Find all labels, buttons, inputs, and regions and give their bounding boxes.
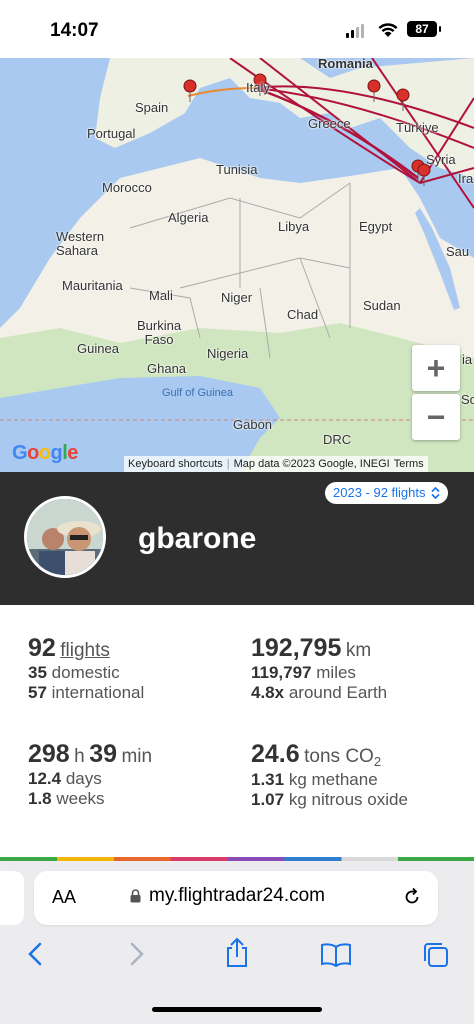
- methane-label: kg methane: [288, 769, 378, 789]
- map-label-burkina-faso: Burkina Faso: [137, 318, 182, 348]
- time-stat: 298 h 39 min 12.4 days 1.8 weeks: [28, 739, 152, 810]
- map-label-morocco: Morocco: [102, 180, 152, 195]
- zoom-in-button[interactable]: +: [412, 345, 460, 391]
- map-label-turkiye: Türkiye: [396, 120, 439, 135]
- map-label-italy: Italy: [246, 80, 270, 95]
- status-time: 14:07: [50, 20, 99, 41]
- domestic-label: domestic: [51, 663, 120, 682]
- map-label-ethiopia: ia: [462, 352, 473, 367]
- terms-link[interactable]: Terms: [394, 458, 424, 470]
- map-label-ghana: Ghana: [147, 361, 187, 376]
- url-display[interactable]: my.flightradar24.com: [130, 885, 325, 907]
- forward-icon[interactable]: [128, 941, 146, 967]
- zoom-out-button[interactable]: −: [412, 394, 460, 440]
- around-earth-label: around Earth: [288, 683, 388, 703]
- map-label-mauritania: Mauritania: [62, 278, 123, 293]
- reload-icon[interactable]: [402, 887, 422, 907]
- flights-link[interactable]: flights: [60, 640, 110, 661]
- bookmarks-icon[interactable]: [320, 943, 352, 967]
- battery-icon: 87: [407, 21, 441, 37]
- flights-count: 92: [28, 634, 56, 662]
- map-label-niger: Niger: [221, 290, 253, 305]
- n2o-value: 1.07: [251, 790, 285, 810]
- distance-unit: km: [345, 640, 372, 661]
- map-label-romania: Romania: [318, 58, 373, 71]
- methane-value: 1.31: [251, 769, 285, 789]
- lock-icon: [130, 889, 141, 903]
- map-label-libya: Libya: [278, 219, 310, 234]
- year-selector[interactable]: 2023 - 92 flights: [325, 482, 448, 504]
- map-label-syria: Syria: [426, 152, 456, 167]
- minutes-value: 39: [89, 740, 118, 768]
- emissions-stat: 24.6 tons CO2 1.31 kg methane 1.07 kg ni…: [251, 739, 408, 811]
- map-data-text: Map data ©2023 Google, INEGI: [233, 458, 390, 470]
- browser-toolbar: AA my.flightradar24.com: [0, 861, 474, 1024]
- days-value: 12.4: [28, 769, 62, 788]
- hours-value: 298: [28, 740, 70, 768]
- back-icon[interactable]: [26, 941, 44, 967]
- status-bar: 14:07 87: [0, 0, 474, 58]
- share-icon[interactable]: [223, 937, 251, 969]
- distance-stat: 192,795 km 119,797 miles 4.8x around Ear…: [251, 633, 387, 704]
- avatar: [24, 496, 106, 578]
- co2-value: 24.6: [251, 740, 300, 768]
- distance-miles: 119,797: [251, 663, 312, 682]
- map-label-tunisia: Tunisia: [216, 162, 258, 177]
- international-count: 57: [28, 683, 47, 703]
- map-label-somalia: So: [461, 392, 474, 407]
- map-label-gabon: Gabon: [233, 417, 273, 432]
- map-label-iraq: Ira: [458, 171, 474, 186]
- address-bar[interactable]: AA my.flightradar24.com: [34, 871, 438, 925]
- hours-unit: h: [74, 746, 85, 767]
- days-label: days: [65, 769, 102, 788]
- profile-header: 2023 - 92 flights gbarone: [0, 472, 474, 605]
- reader-aa-button[interactable]: AA: [52, 887, 76, 908]
- weeks-value: 1.8: [28, 789, 52, 809]
- stats-panel: 92 flights 35 domestic 57 international …: [0, 605, 474, 857]
- map-label-nigeria: Nigeria: [207, 346, 249, 361]
- cellular-signal-icon: [346, 24, 364, 38]
- map-label-saudi: Sau: [446, 244, 470, 259]
- around-earth-value: 4.8x: [251, 683, 285, 703]
- home-indicator: [152, 1007, 322, 1012]
- miles-label: miles: [316, 663, 356, 682]
- map-label-egypt: Egypt: [359, 219, 393, 234]
- n2o-label: kg nitrous oxide: [288, 790, 408, 810]
- distance-km: 192,795: [251, 634, 342, 662]
- map-label-spain: Spain: [135, 100, 169, 115]
- map-attribution: Keyboard shortcuts | Map data ©2023 Goog…: [124, 456, 428, 472]
- map-label-mali: Mali: [149, 288, 173, 303]
- map-label-greece: Greece: [308, 116, 351, 131]
- map-label-sudan: Sudan: [363, 298, 401, 313]
- chevron-updown-icon: [430, 487, 440, 499]
- google-logo: Google: [12, 442, 78, 464]
- flight-map[interactable]: Romania Italy Spain Portugal Greece Türk…: [0, 58, 474, 472]
- co2-label: tons CO: [304, 746, 374, 767]
- map-label-guinea: Guinea: [77, 341, 119, 356]
- map-label-chad: Chad: [287, 307, 319, 322]
- url-text: my.flightradar24.com: [149, 885, 325, 906]
- flights-stat: 92 flights 35 domestic 57 international: [28, 633, 144, 704]
- keyboard-shortcuts-link[interactable]: Keyboard shortcuts: [128, 458, 223, 470]
- year-selector-label: 2023 - 92 flights: [333, 485, 426, 500]
- map-label-drc: DRC: [323, 432, 352, 447]
- map-label-gulf-of-guinea: Gulf of Guinea: [162, 387, 233, 399]
- map-label-algeria: Algeria: [168, 210, 209, 225]
- tabs-icon[interactable]: [422, 941, 450, 969]
- co2-subscript: 2: [373, 754, 382, 770]
- username: gbarone: [138, 522, 257, 555]
- map-label-portugal: Portugal: [87, 126, 136, 141]
- domestic-count: 35: [28, 663, 47, 682]
- wifi-icon: [378, 23, 398, 37]
- weeks-label: weeks: [56, 789, 105, 809]
- minutes-unit: min: [121, 746, 153, 767]
- map-label-western-sahara: Western Sahara: [56, 229, 105, 259]
- previous-tab-peek[interactable]: [0, 871, 24, 925]
- international-label: international: [51, 683, 145, 703]
